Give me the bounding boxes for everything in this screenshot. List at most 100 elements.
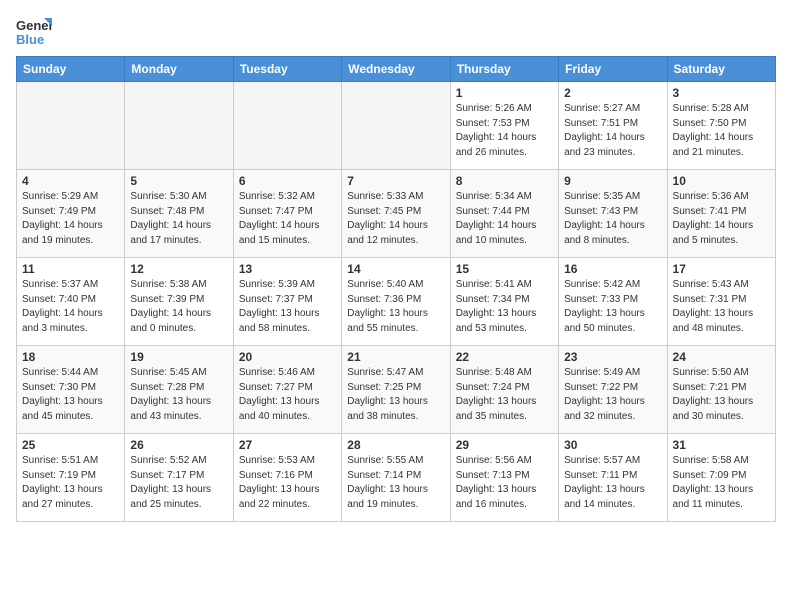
day-number: 1 bbox=[456, 86, 553, 100]
day-info: Sunrise: 5:57 AMSunset: 7:11 PMDaylight:… bbox=[564, 454, 661, 512]
calendar-cell: 12 Sunrise: 5:38 AMSunset: 7:39 PMDayligh… bbox=[125, 258, 233, 346]
calendar-cell: 13 Sunrise: 5:39 AMSunset: 7:37 PMDayligh… bbox=[233, 258, 341, 346]
day-info: Sunrise: 5:30 AMSunset: 7:48 PMDaylight:… bbox=[130, 190, 227, 248]
day-number: 26 bbox=[130, 438, 227, 452]
day-header-tuesday: Tuesday bbox=[233, 57, 341, 82]
day-info: Sunrise: 5:26 AMSunset: 7:53 PMDaylight:… bbox=[456, 102, 553, 160]
day-info: Sunrise: 5:27 AMSunset: 7:51 PMDaylight:… bbox=[564, 102, 661, 160]
day-number: 27 bbox=[239, 438, 336, 452]
calendar-cell: 21 Sunrise: 5:47 AMSunset: 7:25 PMDayligh… bbox=[342, 346, 450, 434]
calendar-cell: 2 Sunrise: 5:27 AMSunset: 7:51 PMDaylight… bbox=[559, 82, 667, 170]
day-header-monday: Monday bbox=[125, 57, 233, 82]
calendar-cell: 17 Sunrise: 5:43 AMSunset: 7:31 PMDayligh… bbox=[667, 258, 775, 346]
day-info: Sunrise: 5:29 AMSunset: 7:49 PMDaylight:… bbox=[22, 190, 119, 248]
calendar-cell: 14 Sunrise: 5:40 AMSunset: 7:36 PMDayligh… bbox=[342, 258, 450, 346]
day-info: Sunrise: 5:39 AMSunset: 7:37 PMDaylight:… bbox=[239, 278, 336, 336]
calendar-cell: 15 Sunrise: 5:41 AMSunset: 7:34 PMDayligh… bbox=[450, 258, 558, 346]
calendar-cell bbox=[342, 82, 450, 170]
calendar-table: SundayMondayTuesdayWednesdayThursdayFrid… bbox=[16, 56, 776, 522]
day-info: Sunrise: 5:50 AMSunset: 7:21 PMDaylight:… bbox=[673, 366, 770, 424]
day-info: Sunrise: 5:43 AMSunset: 7:31 PMDaylight:… bbox=[673, 278, 770, 336]
day-number: 12 bbox=[130, 262, 227, 276]
day-number: 28 bbox=[347, 438, 444, 452]
day-number: 19 bbox=[130, 350, 227, 364]
calendar-cell: 30 Sunrise: 5:57 AMSunset: 7:11 PMDayligh… bbox=[559, 434, 667, 522]
day-number: 11 bbox=[22, 262, 119, 276]
day-info: Sunrise: 5:47 AMSunset: 7:25 PMDaylight:… bbox=[347, 366, 444, 424]
day-number: 29 bbox=[456, 438, 553, 452]
calendar-cell: 16 Sunrise: 5:42 AMSunset: 7:33 PMDayligh… bbox=[559, 258, 667, 346]
day-number: 10 bbox=[673, 174, 770, 188]
calendar-cell: 10 Sunrise: 5:36 AMSunset: 7:41 PMDayligh… bbox=[667, 170, 775, 258]
week-row-1: 1 Sunrise: 5:26 AMSunset: 7:53 PMDaylight… bbox=[17, 82, 776, 170]
day-number: 23 bbox=[564, 350, 661, 364]
calendar-cell: 3 Sunrise: 5:28 AMSunset: 7:50 PMDaylight… bbox=[667, 82, 775, 170]
calendar-header-row: SundayMondayTuesdayWednesdayThursdayFrid… bbox=[17, 57, 776, 82]
day-number: 3 bbox=[673, 86, 770, 100]
calendar-cell bbox=[125, 82, 233, 170]
week-row-4: 18 Sunrise: 5:44 AMSunset: 7:30 PMDayligh… bbox=[17, 346, 776, 434]
calendar-cell: 6 Sunrise: 5:32 AMSunset: 7:47 PMDaylight… bbox=[233, 170, 341, 258]
day-number: 21 bbox=[347, 350, 444, 364]
day-number: 16 bbox=[564, 262, 661, 276]
day-info: Sunrise: 5:35 AMSunset: 7:43 PMDaylight:… bbox=[564, 190, 661, 248]
day-info: Sunrise: 5:56 AMSunset: 7:13 PMDaylight:… bbox=[456, 454, 553, 512]
day-info: Sunrise: 5:41 AMSunset: 7:34 PMDaylight:… bbox=[456, 278, 553, 336]
calendar-cell: 11 Sunrise: 5:37 AMSunset: 7:40 PMDayligh… bbox=[17, 258, 125, 346]
day-number: 17 bbox=[673, 262, 770, 276]
day-number: 31 bbox=[673, 438, 770, 452]
day-info: Sunrise: 5:53 AMSunset: 7:16 PMDaylight:… bbox=[239, 454, 336, 512]
calendar-cell: 31Sunrise: 5:58 AMSunset: 7:09 PMDayligh… bbox=[667, 434, 775, 522]
week-row-3: 11 Sunrise: 5:37 AMSunset: 7:40 PMDayligh… bbox=[17, 258, 776, 346]
day-number: 24 bbox=[673, 350, 770, 364]
calendar-cell: 29 Sunrise: 5:56 AMSunset: 7:13 PMDayligh… bbox=[450, 434, 558, 522]
logo: General Blue bbox=[16, 16, 56, 46]
calendar-cell: 23Sunrise: 5:49 AMSunset: 7:22 PMDayligh… bbox=[559, 346, 667, 434]
svg-text:Blue: Blue bbox=[16, 32, 44, 46]
calendar-cell: 1 Sunrise: 5:26 AMSunset: 7:53 PMDaylight… bbox=[450, 82, 558, 170]
day-header-thursday: Thursday bbox=[450, 57, 558, 82]
day-number: 2 bbox=[564, 86, 661, 100]
day-header-friday: Friday bbox=[559, 57, 667, 82]
day-header-wednesday: Wednesday bbox=[342, 57, 450, 82]
day-info: Sunrise: 5:40 AMSunset: 7:36 PMDaylight:… bbox=[347, 278, 444, 336]
calendar-cell: 20 Sunrise: 5:46 AMSunset: 7:27 PMDayligh… bbox=[233, 346, 341, 434]
day-info: Sunrise: 5:37 AMSunset: 7:40 PMDaylight:… bbox=[22, 278, 119, 336]
calendar-cell: 28Sunrise: 5:55 AMSunset: 7:14 PMDayligh… bbox=[342, 434, 450, 522]
day-number: 15 bbox=[456, 262, 553, 276]
day-number: 13 bbox=[239, 262, 336, 276]
day-number: 25 bbox=[22, 438, 119, 452]
week-row-2: 4 Sunrise: 5:29 AMSunset: 7:49 PMDaylight… bbox=[17, 170, 776, 258]
calendar-cell: 27 Sunrise: 5:53 AMSunset: 7:16 PMDayligh… bbox=[233, 434, 341, 522]
day-number: 9 bbox=[564, 174, 661, 188]
logo-icon: General Blue bbox=[16, 16, 52, 46]
day-number: 5 bbox=[130, 174, 227, 188]
day-info: Sunrise: 5:34 AMSunset: 7:44 PMDaylight:… bbox=[456, 190, 553, 248]
day-info: Sunrise: 5:42 AMSunset: 7:33 PMDaylight:… bbox=[564, 278, 661, 336]
day-number: 18 bbox=[22, 350, 119, 364]
day-number: 22 bbox=[456, 350, 553, 364]
calendar-cell: 24 Sunrise: 5:50 AMSunset: 7:21 PMDayligh… bbox=[667, 346, 775, 434]
calendar-cell bbox=[17, 82, 125, 170]
day-number: 30 bbox=[564, 438, 661, 452]
day-info: Sunrise: 5:28 AMSunset: 7:50 PMDaylight:… bbox=[673, 102, 770, 160]
day-info: Sunrise: 5:36 AMSunset: 7:41 PMDaylight:… bbox=[673, 190, 770, 248]
day-number: 14 bbox=[347, 262, 444, 276]
calendar-cell: 5 Sunrise: 5:30 AMSunset: 7:48 PMDaylight… bbox=[125, 170, 233, 258]
day-number: 8 bbox=[456, 174, 553, 188]
day-info: Sunrise: 5:38 AMSunset: 7:39 PMDaylight:… bbox=[130, 278, 227, 336]
calendar-cell: 4 Sunrise: 5:29 AMSunset: 7:49 PMDaylight… bbox=[17, 170, 125, 258]
calendar-cell: 7Sunrise: 5:33 AMSunset: 7:45 PMDaylight… bbox=[342, 170, 450, 258]
day-info: Sunrise: 5:32 AMSunset: 7:47 PMDaylight:… bbox=[239, 190, 336, 248]
page-header: General Blue bbox=[16, 16, 776, 46]
calendar-cell: 26Sunrise: 5:52 AMSunset: 7:17 PMDayligh… bbox=[125, 434, 233, 522]
day-info: Sunrise: 5:46 AMSunset: 7:27 PMDaylight:… bbox=[239, 366, 336, 424]
day-number: 6 bbox=[239, 174, 336, 188]
day-header-saturday: Saturday bbox=[667, 57, 775, 82]
day-number: 20 bbox=[239, 350, 336, 364]
day-number: 4 bbox=[22, 174, 119, 188]
calendar-cell: 9 Sunrise: 5:35 AMSunset: 7:43 PMDaylight… bbox=[559, 170, 667, 258]
calendar-cell: 18 Sunrise: 5:44 AMSunset: 7:30 PMDayligh… bbox=[17, 346, 125, 434]
day-info: Sunrise: 5:44 AMSunset: 7:30 PMDaylight:… bbox=[22, 366, 119, 424]
week-row-5: 25Sunrise: 5:51 AMSunset: 7:19 PMDayligh… bbox=[17, 434, 776, 522]
